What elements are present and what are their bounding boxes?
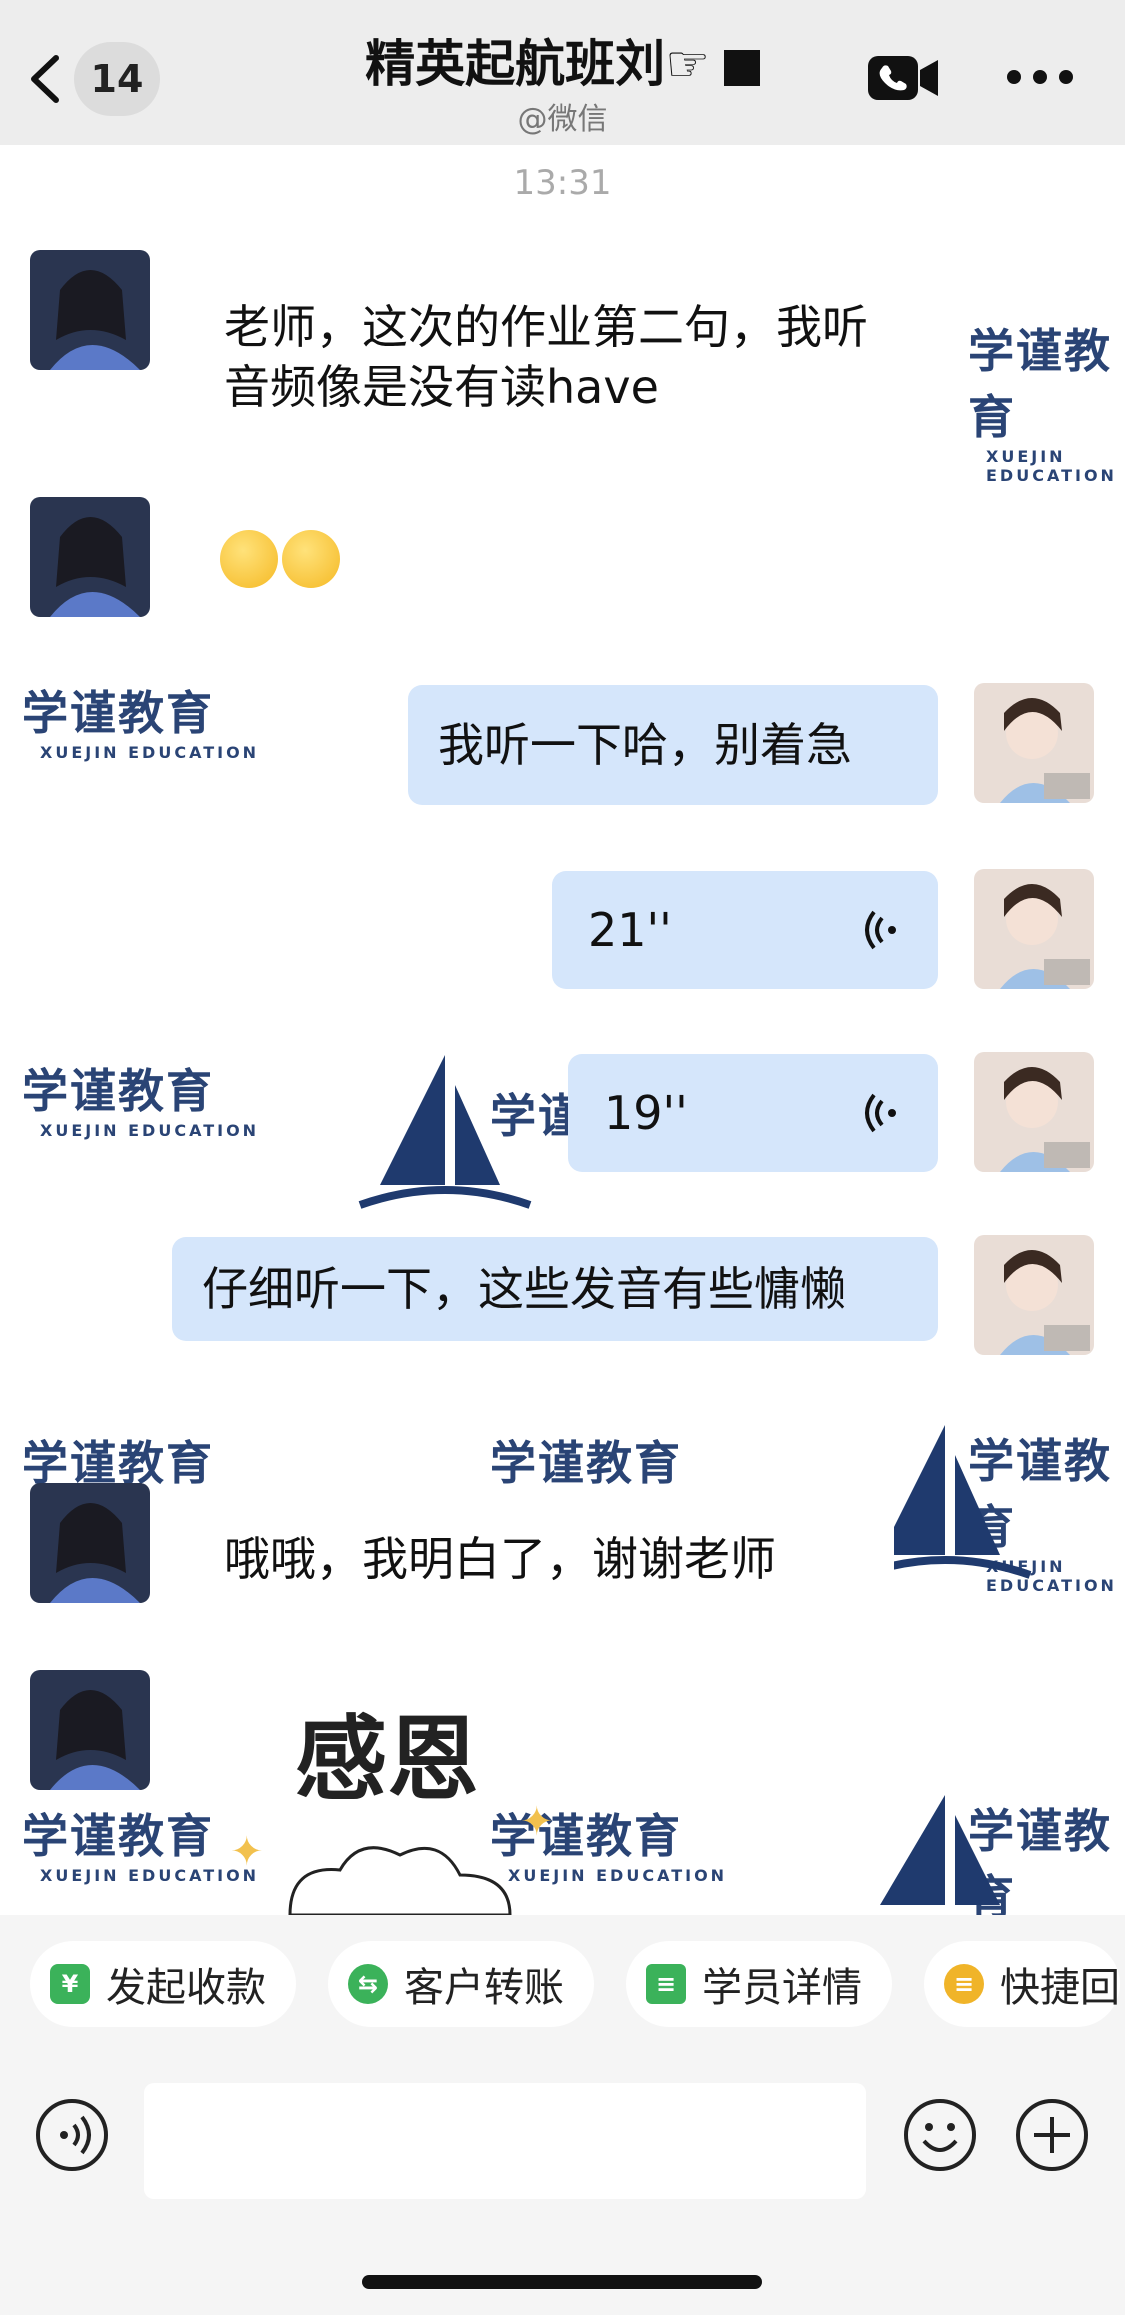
message-bubble-in[interactable]: 哦哦，我明白了，谢谢老师 — [194, 1507, 894, 1611]
back-button[interactable] — [22, 48, 68, 110]
watermark-en: XUEJIN EDUCATION — [986, 447, 1117, 485]
pointer-cursor-glyph: ☞ — [665, 35, 710, 93]
quick-action-customer-transfer[interactable]: ⇆ 客户转账 — [328, 1941, 594, 2027]
emoji-button[interactable] — [902, 2097, 978, 2173]
quick-action-bar: ¥ 发起收款 ⇆ 客户转账 ≡ 学员详情 ≡ 快捷回 — [0, 1915, 1125, 2075]
voice-duration: 21'' — [588, 903, 672, 957]
watermark-cn: 学谨教育 — [490, 1436, 682, 1490]
quick-action-student-details[interactable]: ≡ 学员详情 — [626, 1941, 892, 2027]
student-avatar[interactable] — [30, 1483, 150, 1603]
message-bubble-out[interactable]: 我听一下哈，别着急 — [408, 685, 938, 805]
chip-label: 客户转账 — [404, 1965, 564, 2011]
voice-input-button[interactable] — [34, 2097, 110, 2173]
cloud-sticker-art: ✦ ✦ — [230, 1799, 554, 1915]
teacher-avatar-image — [974, 869, 1094, 989]
voice-duration: 19'' — [604, 1086, 688, 1140]
home-indicator[interactable] — [362, 2275, 762, 2289]
chat-subtitle: @微信 — [517, 102, 608, 137]
student-avatar-image — [30, 1483, 150, 1603]
transfer-icon: ⇆ — [348, 1964, 388, 2004]
teacher-avatar-image — [974, 1052, 1094, 1172]
student-avatar-image — [30, 1670, 150, 1790]
watermark: 学谨教育 XUEJIN EDUCATION — [22, 677, 259, 762]
student-avatar[interactable] — [30, 250, 150, 370]
teacher-avatar[interactable] — [974, 1235, 1094, 1355]
message-list[interactable]: 学谨教育 XUEJIN EDUCATION 学谨教育 XUEJIN EDUCATIO… — [0, 145, 1125, 1915]
student-avatar-image — [30, 250, 150, 370]
sailboat-logo — [880, 1795, 1000, 1905]
message-timestamp: 13:31 — [513, 163, 612, 203]
chip-label: 学员详情 — [702, 1965, 862, 2011]
voice-wave-icon — [865, 1093, 896, 1133]
teacher-avatar-image — [974, 683, 1094, 803]
more-options-button[interactable] — [1004, 62, 1076, 92]
teacher-avatar[interactable] — [974, 1052, 1094, 1172]
quick-action-collect-payment[interactable]: ¥ 发起收款 — [30, 1941, 296, 2027]
unread-count-badge[interactable]: 14 — [74, 42, 160, 116]
watermark: 学谨教育 — [490, 1427, 682, 1493]
more-plus-button[interactable] — [1014, 2097, 1090, 2173]
video-call-button[interactable] — [866, 52, 940, 104]
input-bar — [0, 2075, 1125, 2315]
watermark-cn: 学谨教育 — [22, 686, 214, 740]
chat-title: 精英起航班刘☞ — [250, 24, 875, 96]
voice-wave-icon — [865, 910, 896, 950]
chip-label: 快捷回 — [1000, 1965, 1120, 2011]
watermark-cn: 学谨教育 — [968, 324, 1112, 444]
watermark-cn: 学谨教育 — [22, 1064, 214, 1118]
more-dots-icon — [1007, 70, 1073, 84]
voice-message[interactable]: 19'' — [568, 1054, 938, 1172]
student-avatar[interactable] — [30, 497, 150, 617]
chat-header: 14 精英起航班刘☞ @微信 — [0, 0, 1125, 145]
watermark-en: XUEJIN EDUCATION — [40, 743, 260, 762]
chevron-left-icon — [31, 55, 59, 103]
sailboat-logo — [358, 1055, 532, 1209]
message-bubble-in[interactable]: 老师，这次的作业第二句，我听音频像是没有读have — [194, 275, 934, 439]
tears-of-frustration-emoji — [220, 530, 278, 588]
quick-reply-icon: ≡ — [944, 1964, 984, 2004]
voice-message[interactable]: 21'' — [552, 871, 938, 989]
quick-action-quick-reply[interactable]: ≡ 快捷回 — [924, 1941, 1120, 2027]
student-avatar-image — [30, 497, 150, 617]
message-input[interactable] — [144, 2083, 866, 2199]
gratitude-sticker[interactable]: 感恩 ✦ ✦ — [220, 1665, 580, 1915]
watermark-en: XUEJIN EDUCATION — [40, 1121, 260, 1140]
redacted-block — [723, 49, 760, 86]
message-bubble-out[interactable]: 仔细听一下，这些发音有些慵懒 — [172, 1237, 938, 1341]
student-avatar[interactable] — [30, 1670, 150, 1790]
teacher-avatar[interactable] — [974, 869, 1094, 989]
watermark: 学谨教育XUEJIN EDUCATION — [968, 315, 1125, 485]
tears-of-frustration-emoji — [282, 530, 340, 588]
teacher-avatar-image — [974, 1235, 1094, 1355]
teacher-avatar[interactable] — [974, 683, 1094, 803]
chip-label: 发起收款 — [106, 1965, 266, 2011]
svg-text:✦: ✦ — [230, 1829, 264, 1875]
phone-video-icon — [868, 56, 938, 100]
yen-shield-icon: ¥ — [50, 1964, 90, 2004]
person-detail-icon: ≡ — [646, 1964, 686, 2004]
svg-text:✦: ✦ — [520, 1799, 554, 1845]
chat-title-text: 精英起航班刘 — [365, 35, 666, 93]
watermark: 学谨教育 XUEJIN EDUCATION — [22, 1055, 259, 1140]
